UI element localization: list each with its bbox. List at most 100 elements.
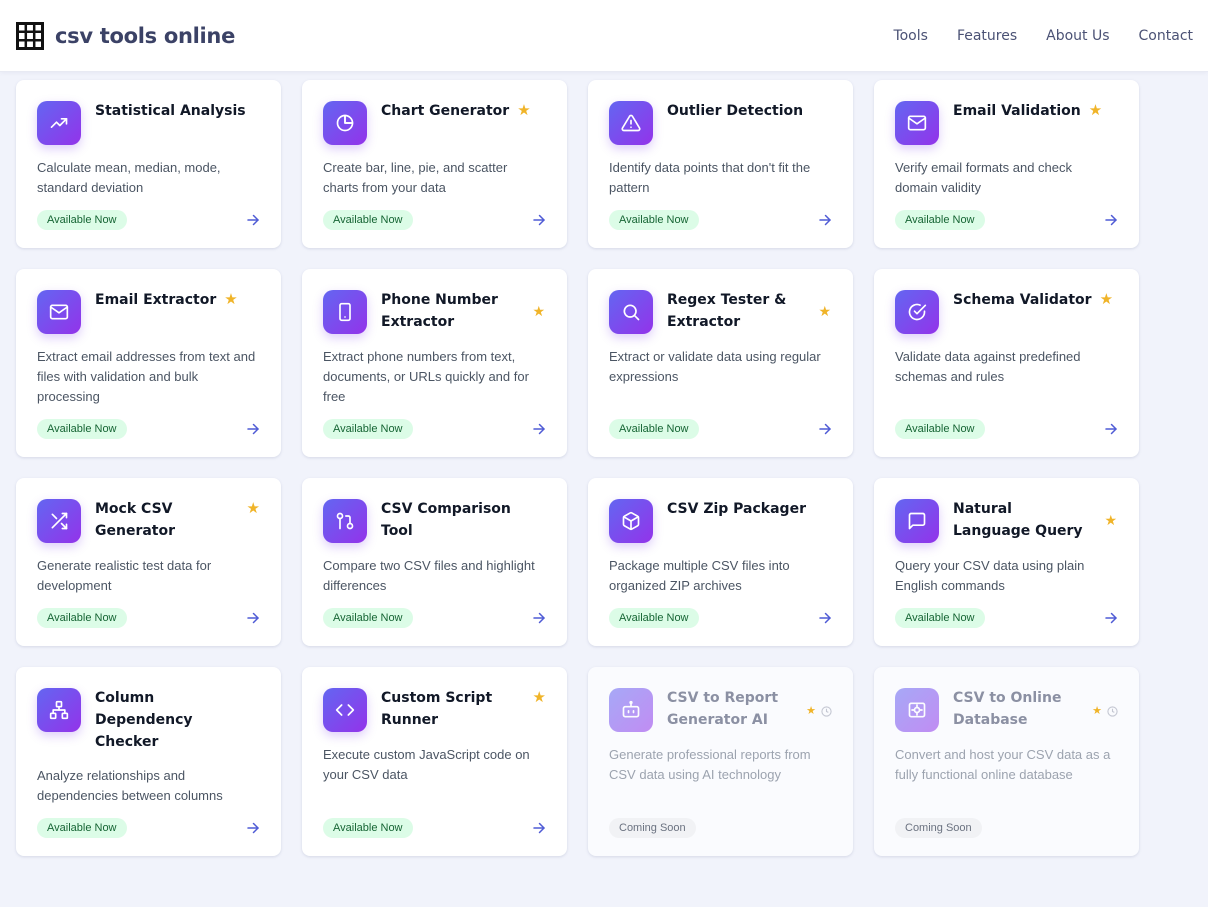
status-badge: Available Now — [323, 210, 413, 230]
status-badge: Coming Soon — [895, 818, 982, 838]
tool-card-schema-validator[interactable]: Schema Validator ★ Validate data against p… — [874, 269, 1139, 457]
card-footer: Available Now — [895, 198, 1118, 230]
arrow-right-icon[interactable] — [1104, 611, 1118, 625]
tool-card-chart-generator[interactable]: Chart Generator ★ Create bar, line, pie, a… — [302, 80, 567, 248]
tool-icon-box — [895, 688, 939, 732]
tool-card-email-extractor[interactable]: Email Extractor ★ Extract email addresses … — [16, 269, 281, 457]
star-icon: ★ — [1092, 705, 1102, 717]
tool-card-phone-number-extractor[interactable]: Phone Number Extractor ★ Extract phone num… — [302, 269, 567, 457]
package-icon — [622, 511, 640, 531]
tool-card-custom-script-runner[interactable]: Custom Script Runner ★ Execute custom Java… — [302, 667, 567, 856]
tool-card-csv-to-online-database[interactable]: CSV to Online Database ★ Convert and host … — [874, 667, 1139, 856]
code-icon — [335, 704, 355, 716]
arrow-right-icon[interactable] — [818, 213, 832, 227]
phone-icon — [339, 302, 351, 322]
card-header: Natural Language Query — [895, 499, 1118, 543]
star-icon: ★ — [806, 705, 816, 717]
status-badge: Available Now — [609, 608, 699, 628]
card-title: Schema Validator — [953, 292, 1092, 308]
clock-icon — [821, 705, 832, 717]
nav-tools-link[interactable]: Tools — [893, 28, 928, 44]
card-title-wrap: Email Validation ★ — [953, 101, 1118, 122]
card-title-wrap: Statistical Analysis — [95, 101, 260, 122]
card-footer: Available Now — [37, 407, 260, 439]
status-badge: Coming Soon — [609, 818, 696, 838]
card-title: Statistical Analysis — [95, 103, 246, 119]
tool-card-email-validation[interactable]: Email Validation ★ Verify email formats an… — [874, 80, 1139, 248]
tool-card-outlier-detection[interactable]: Outlier Detection Identify data points th… — [588, 80, 853, 248]
tool-icon-box — [895, 101, 939, 145]
star-icon: ★ — [532, 303, 545, 319]
tool-card-mock-csv-generator[interactable]: Mock CSV Generator ★ Generate realistic te… — [16, 478, 281, 646]
card-footer: Available Now — [323, 806, 546, 838]
tool-card-csv-to-report-generator-ai[interactable]: CSV to Report Generator AI ★ Generate prof… — [588, 667, 853, 856]
card-header: Schema Validator ★ — [895, 290, 1118, 334]
nav-about-us-link[interactable]: About Us — [1046, 28, 1109, 44]
tool-icon-box — [323, 499, 367, 543]
nav-features-link[interactable]: Features — [957, 28, 1017, 44]
card-title: Column Dependency Checker — [95, 690, 193, 750]
arrow-right-icon[interactable] — [532, 611, 546, 625]
tool-icon-box — [37, 101, 81, 145]
star-icon: ★ — [1088, 102, 1103, 119]
arrow-right-icon[interactable] — [818, 611, 832, 625]
tool-card-column-dependency-checker[interactable]: Column Dependency Checker Analyze relatio… — [16, 667, 281, 856]
tool-card-statistical-analysis[interactable]: Statistical Analysis Calculate mean, medi… — [16, 80, 281, 248]
card-description: Convert and host your CSV data as a full… — [895, 747, 1111, 782]
tool-card-regex-tester-and-extractor[interactable]: Regex Tester & Extractor ★ Extract or vali… — [588, 269, 853, 457]
card-title-wrap: Natural Language Query — [953, 499, 1118, 542]
status-badge: Available Now — [895, 210, 985, 230]
card-title: Natural Language Query — [953, 501, 1083, 539]
card-title-wrap: Email Extractor ★ — [95, 290, 260, 311]
card-title: Email Validation — [953, 103, 1081, 119]
card-header: Email Validation ★ — [895, 101, 1118, 145]
card-marks: ★ — [806, 705, 832, 717]
card-description: Package multiple CSV files into organize… — [609, 558, 790, 593]
star-icon: ★ — [1099, 291, 1114, 308]
arrow-right-icon[interactable] — [532, 213, 546, 227]
card-title-wrap: Mock CSV Generator ★ — [95, 499, 260, 542]
card-title: Outlier Detection — [667, 103, 804, 119]
arrow-right-icon[interactable] — [818, 422, 832, 436]
card-title: Chart Generator — [381, 103, 510, 119]
tool-icon-box — [609, 101, 653, 145]
arrow-right-icon[interactable] — [1104, 213, 1118, 227]
card-header: Mock CSV Generator ★ — [37, 499, 260, 543]
card-marks: ★ — [1092, 705, 1118, 717]
tool-card-natural-language-query[interactable]: Natural Language Query ★ Query your CSV da… — [874, 478, 1139, 646]
card-footer: Coming Soon — [609, 806, 832, 838]
card-title-wrap: Chart Generator ★ — [381, 101, 546, 122]
card-title: Custom Script Runner — [381, 690, 493, 728]
card-footer: Available Now — [37, 806, 260, 838]
check-circle-icon — [908, 303, 927, 321]
arrow-right-icon[interactable] — [532, 821, 546, 835]
card-title: Phone Number Extractor — [381, 292, 498, 330]
arrow-right-icon[interactable] — [246, 821, 260, 835]
star-icon: ★ — [818, 303, 831, 319]
tool-card-csv-comparison-tool[interactable]: CSV Comparison Tool Compare two CSV files… — [302, 478, 567, 646]
card-header: Outlier Detection — [609, 101, 832, 145]
tool-icon-box — [895, 290, 939, 334]
tool-grid: Statistical Analysis Calculate mean, medi… — [16, 80, 1139, 856]
card-header: Custom Script Runner ★ — [323, 688, 546, 732]
tool-icon-box — [37, 688, 81, 732]
pie-chart-icon — [336, 114, 354, 132]
logo[interactable]: csv tools online — [16, 21, 235, 50]
tool-card-csv-zip-packager[interactable]: CSV Zip Packager Package multiple CSV fil… — [588, 478, 853, 646]
card-header: Column Dependency Checker — [37, 688, 260, 753]
star-icon: ★ — [1104, 512, 1117, 528]
arrow-right-icon[interactable] — [246, 213, 260, 227]
card-header: CSV to Report Generator AI — [609, 688, 832, 732]
nav-contact-link[interactable]: Contact — [1139, 28, 1193, 44]
arrow-right-icon[interactable] — [1104, 422, 1118, 436]
card-description: Extract email addresses from text and fi… — [37, 349, 256, 404]
card-description: Extract or validate data using regular e… — [609, 349, 821, 384]
arrow-right-icon[interactable] — [532, 422, 546, 436]
arrow-right-icon[interactable] — [246, 422, 260, 436]
card-title-wrap: Column Dependency Checker — [95, 688, 260, 753]
tool-icon-box — [895, 499, 939, 543]
card-footer: Available Now — [37, 596, 260, 628]
card-description: Identify data points that don't fit the … — [609, 160, 811, 195]
arrow-right-icon[interactable] — [246, 611, 260, 625]
card-footer: Coming Soon — [895, 806, 1118, 838]
